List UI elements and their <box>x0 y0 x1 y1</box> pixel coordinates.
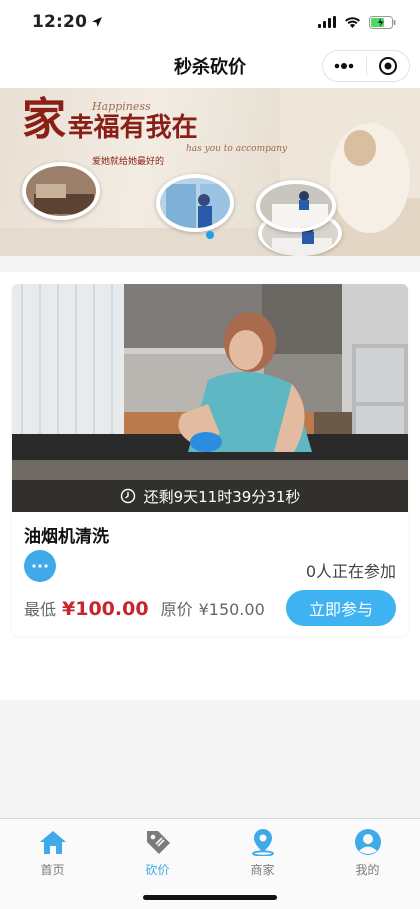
participants-count: 0人正在参加 <box>305 562 396 581</box>
tab-mine[interactable]: 我的 <box>315 819 420 909</box>
clock-icon <box>120 488 135 504</box>
carousel-indicator-dot[interactable] <box>206 231 214 239</box>
banner-carousel[interactable]: 家 幸福有我在 Happiness has you to accompany 爱… <box>0 88 420 256</box>
countdown-text: 还剩9天11时39分31秒 <box>143 487 301 506</box>
lowest-price-label: 最低 <box>24 600 57 619</box>
ellipsis-icon <box>32 564 48 568</box>
mini-program-capsule <box>322 50 410 82</box>
battery-icon <box>369 15 396 29</box>
status-time: 12:20 <box>32 12 103 32</box>
product-title: 油烟机清洗 <box>24 527 109 547</box>
banner-small-text: 爱她就给她最好的 <box>92 157 165 167</box>
tab-merchant-label: 商家 <box>250 863 275 877</box>
section-gap <box>0 256 420 272</box>
banner-big-char: 家 <box>22 94 66 145</box>
bargain-card[interactable]: 还剩9天11时39分31秒 油烟机清洗 0人正在参加 最低 ¥100.00 原价… <box>12 284 408 636</box>
location-icon <box>248 827 278 857</box>
more-dots-icon <box>334 63 354 69</box>
tab-home-label: 首页 <box>40 863 65 877</box>
tab-home[interactable]: 首页 <box>0 819 105 909</box>
banner-script-line2: has you to accompany <box>186 144 288 154</box>
original-price-label: 原价 <box>160 600 193 619</box>
more-options-button[interactable] <box>24 550 56 582</box>
tab-mine-label: 我的 <box>355 863 380 877</box>
original-price: ¥150.00 <box>198 600 265 619</box>
clock-text: 12:20 <box>32 12 88 32</box>
signal-icon <box>318 16 336 28</box>
home-indicator <box>143 895 277 900</box>
user-icon <box>353 827 383 857</box>
banner-photo-window <box>156 174 234 232</box>
more-menu-button[interactable] <box>323 51 366 81</box>
countdown-bar: 还剩9天11时39分31秒 <box>12 480 408 512</box>
status-bar: 12:20 <box>0 0 420 44</box>
nav-bar: 秒杀砍价 <box>0 44 420 88</box>
location-arrow-icon <box>92 17 103 27</box>
page-title: 秒杀砍价 <box>174 57 246 78</box>
status-icons <box>318 15 396 29</box>
join-now-button[interactable]: 立即参与 <box>286 590 396 626</box>
lowest-price: ¥100.00 <box>62 598 149 620</box>
banner-photo-sofa <box>22 162 100 220</box>
home-icon <box>38 827 68 857</box>
product-image: 还剩9天11时39分31秒 <box>12 284 408 512</box>
tag-icon <box>143 827 173 857</box>
wifi-icon <box>345 17 360 28</box>
target-circle-icon <box>378 57 397 75</box>
banner-photo-hall <box>256 180 336 232</box>
price-row: 最低 ¥100.00 原价 ¥150.00 <box>24 596 265 620</box>
tab-bargain-label: 砍价 <box>145 863 170 877</box>
banner-script-line1: Happiness <box>92 100 151 113</box>
close-program-button[interactable] <box>367 51 410 81</box>
